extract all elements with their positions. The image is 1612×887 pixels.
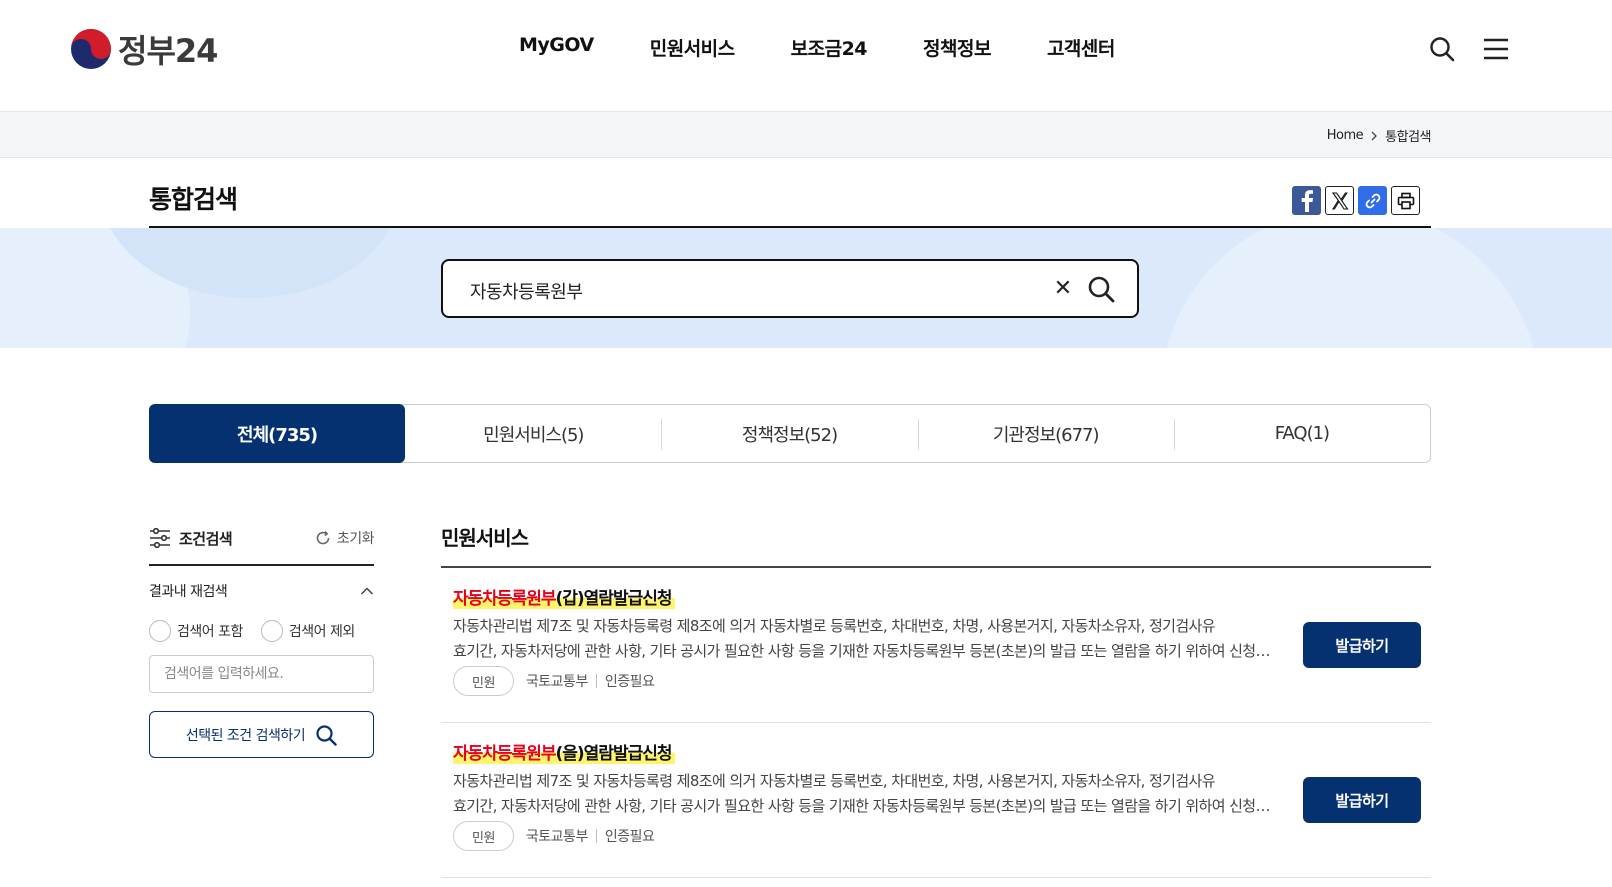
- nav-mygov[interactable]: MyGOV: [519, 34, 594, 61]
- nav-civil-service[interactable]: 민원서비스: [650, 34, 735, 61]
- reset-label: 초기화: [336, 531, 375, 547]
- tab-civil-service[interactable]: 민원서비스(5): [405, 405, 661, 462]
- reset-button[interactable]: 초기화: [314, 528, 375, 548]
- result-item: 자동차등록원부(갑)열람발급신청 자동차관리법 제7조 및 자동차등록령 제8조…: [441, 568, 1431, 723]
- result-agency: 국토교통부: [525, 829, 588, 845]
- tab-faq[interactable]: FAQ(1): [1173, 405, 1430, 462]
- result-description: 자동차관리법 제7조 및 자동차등록령 제8조에 의거 자동차별로 등록번호, …: [453, 769, 1283, 819]
- search-box: 자동차등록원부 ✕: [441, 259, 1139, 318]
- search-input[interactable]: 자동차등록원부: [470, 278, 583, 304]
- filter-title: 조건검색: [149, 528, 233, 549]
- page-title: 통합검색: [149, 185, 238, 214]
- radio-include-label: 검색어 포함: [177, 624, 243, 640]
- menu-icon[interactable]: [1482, 34, 1510, 64]
- result-tabs: 전체(735) 민원서비스(5) 정책정보(52) 기관정보(677) FAQ(…: [149, 404, 1431, 463]
- refine-options: 검색어 포함 검색어 제외: [149, 620, 355, 642]
- clear-icon[interactable]: ✕: [1050, 273, 1076, 303]
- refresh-icon: [316, 530, 330, 545]
- breadcrumb-home[interactable]: Home: [1327, 128, 1364, 143]
- refine-toggle[interactable]: 결과내 재검색: [149, 581, 374, 601]
- search-submit-icon[interactable]: [1083, 272, 1119, 306]
- taegeuk-logo-icon: [71, 29, 111, 69]
- filter-title-label: 조건검색: [179, 529, 233, 548]
- x-icon[interactable]: [1325, 186, 1354, 215]
- radio-include[interactable]: 검색어 포함: [149, 620, 243, 642]
- search-icon[interactable]: [1428, 34, 1456, 64]
- result-auth: 인증필요: [604, 674, 655, 690]
- header-tools: [1428, 34, 1510, 64]
- breadcrumb-bar: Home 통합검색: [0, 112, 1612, 158]
- nav-subsidy24[interactable]: 보조금24: [791, 34, 868, 61]
- site-logo[interactable]: 정부24: [70, 26, 218, 72]
- result-desc-line: 효기간, 자동차저당에 관한 사항, 기타 공시가 필요한 사항 등을 기재한 …: [453, 797, 1283, 815]
- result-desc-line: 효기간, 자동차저당에 관한 사항, 기타 공시가 필요한 사항 등을 기재한 …: [453, 642, 1283, 660]
- radio-exclude[interactable]: 검색어 제외: [260, 620, 355, 642]
- filter-divider: [149, 564, 374, 566]
- print-icon[interactable]: [1391, 186, 1420, 215]
- result-desc-line: 자동차관리법 제7조 및 자동차등록령 제8조에 의거 자동차별로 등록번호, …: [453, 617, 1216, 635]
- tab-all[interactable]: 전체(735): [149, 404, 406, 463]
- chevron-up-icon: [360, 587, 374, 595]
- filter-sliders-icon: [150, 528, 170, 548]
- result-title-highlight: 자동차등록원부: [453, 744, 556, 764]
- result-agency: 국토교통부: [525, 674, 588, 690]
- refine-search-input[interactable]: [149, 655, 374, 693]
- result-item: 자동차등록원부(을)열람발급신청 자동차관리법 제7조 및 자동차등록령 제8조…: [441, 723, 1431, 878]
- nav-customer-center[interactable]: 고객센터: [1047, 34, 1115, 61]
- breadcrumb-current: 통합검색: [1385, 130, 1431, 145]
- category-badge: 민원: [453, 821, 514, 851]
- result-meta: 민원 국토교통부 인증필요: [453, 821, 655, 851]
- main-nav: MyGOV 민원서비스 보조금24 정책정보 고객센터: [519, 34, 1171, 61]
- category-badge: 민원: [453, 666, 514, 696]
- result-meta: 민원 국토교통부 인증필요: [453, 666, 655, 696]
- meta-separator: [595, 829, 597, 843]
- link-icon[interactable]: [1358, 186, 1387, 215]
- band-decoration: [1160, 228, 1540, 348]
- refine-title: 결과내 재검색: [149, 584, 228, 600]
- condition-search-button[interactable]: 선택된 조건 검색하기: [149, 711, 374, 758]
- chevron-right-icon: [1371, 131, 1378, 140]
- radio-circle: [260, 620, 283, 642]
- tab-policy-info[interactable]: 정책정보(52): [661, 405, 917, 462]
- filter-header: 조건검색 초기화: [149, 524, 375, 552]
- result-description: 자동차관리법 제7조 및 자동차등록령 제8조에 의거 자동차별로 등록번호, …: [453, 614, 1283, 664]
- tab-agency-info[interactable]: 기관정보(677): [917, 405, 1174, 462]
- breadcrumb: Home 통합검색: [1327, 126, 1432, 145]
- meta-separator: [595, 674, 597, 688]
- result-title-highlight: 자동차등록원부: [453, 589, 556, 609]
- condition-search-label: 선택된 조건 검색하기: [185, 727, 306, 744]
- section-title: 민원서비스: [441, 526, 529, 550]
- nav-policy-info[interactable]: 정책정보: [923, 34, 991, 61]
- result-title-rest: (을)열람발급신청: [555, 744, 672, 764]
- share-tools: [1292, 186, 1420, 215]
- result-desc-line: 자동차관리법 제7조 및 자동차등록령 제8조에 의거 자동차별로 등록번호, …: [453, 772, 1216, 790]
- result-title[interactable]: 자동차등록원부(을)열람발급신청: [453, 739, 675, 764]
- radio-exclude-label: 검색어 제외: [288, 624, 355, 640]
- search-icon: [316, 724, 337, 746]
- result-title[interactable]: 자동차등록원부(갑)열람발급신청: [453, 584, 675, 609]
- site-header: 정부24 MyGOV 민원서비스 보조금24 정책정보 고객센터: [0, 0, 1612, 112]
- facebook-icon[interactable]: [1292, 186, 1321, 215]
- logo-text: 정부24: [118, 32, 218, 70]
- issue-button[interactable]: 발급하기: [1303, 777, 1421, 823]
- filter-panel: 조건검색 초기화 결과내 재검색 검색어 포함 검색어 제외 선택된 조건 검색…: [149, 524, 375, 758]
- result-title-rest: (갑)열람발급신청: [555, 589, 672, 609]
- radio-circle: [149, 620, 171, 642]
- issue-button[interactable]: 발급하기: [1303, 622, 1421, 668]
- result-auth: 인증필요: [604, 829, 655, 845]
